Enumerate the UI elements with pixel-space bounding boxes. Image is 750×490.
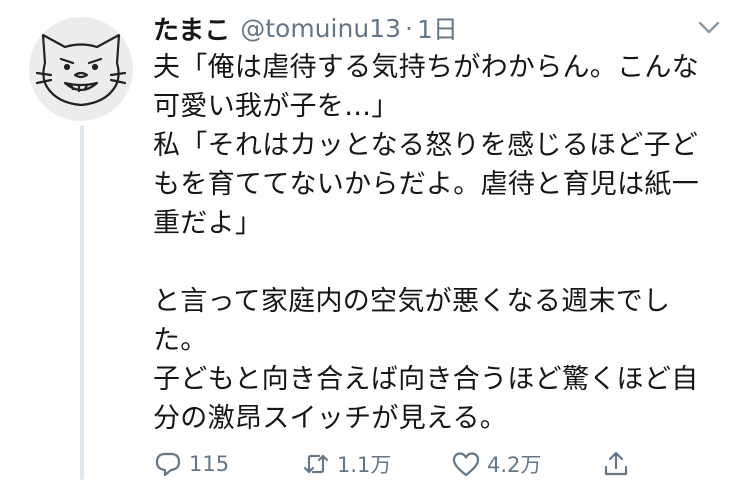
like-button[interactable]: 4.2万 — [451, 446, 541, 482]
tweet-text: 夫「俺は虐待する気持ちがわからん。こんな 可愛い我が子を…」 私「それはカッとな… — [153, 48, 733, 438]
avatar[interactable] — [29, 17, 133, 121]
tweet-line: た。 — [153, 325, 208, 356]
separator-dot: · — [404, 13, 413, 43]
tweet-line: と言って家庭内の空気が悪くなる週末でし — [153, 286, 671, 317]
share-icon — [604, 451, 628, 476]
reply-icon — [155, 452, 181, 477]
chevron-down-icon — [698, 21, 720, 34]
tweet-actions: 115 1.1万 4.2万 — [153, 446, 713, 482]
timestamp[interactable]: 1日 — [417, 10, 458, 46]
more-menu-button[interactable] — [696, 14, 722, 40]
retweet-count: 1.1万 — [337, 453, 392, 477]
share-button[interactable] — [601, 446, 631, 482]
tweet-line: 重だよ」 — [153, 208, 263, 239]
tweet-line: 分の激昂スイッチが見える。 — [153, 403, 508, 434]
thread-line — [80, 125, 84, 480]
tweet-line: 私「それはカッとなる怒りを感じるほど子ど — [153, 130, 699, 161]
tweet: たまこ @tomuinu13 · 1日 夫「俺は虐待する気持ちがわからん。こんな… — [0, 0, 750, 490]
tweet-line: もを育ててないからだよ。虐待と育児は紙一 — [153, 169, 699, 200]
cat-avatar-icon — [35, 33, 127, 107]
tweet-line: 夫「俺は虐待する気持ちがわからん。こんな — [153, 52, 699, 83]
reply-button[interactable]: 115 — [153, 446, 229, 482]
retweet-icon — [303, 454, 329, 474]
like-count: 4.2万 — [487, 453, 542, 477]
tweet-line: 可愛い我が子を…」 — [153, 91, 399, 122]
retweet-button[interactable]: 1.1万 — [301, 446, 391, 482]
tweet-line: 子どもと向き合えば向き合うほど驚くほど自 — [153, 364, 699, 395]
tweet-header: たまこ @tomuinu13 · 1日 — [153, 8, 458, 48]
heart-icon — [452, 452, 480, 477]
reply-count: 115 — [189, 452, 230, 476]
display-name[interactable]: たまこ — [153, 10, 230, 47]
user-handle[interactable]: @tomuinu13 — [240, 14, 401, 43]
